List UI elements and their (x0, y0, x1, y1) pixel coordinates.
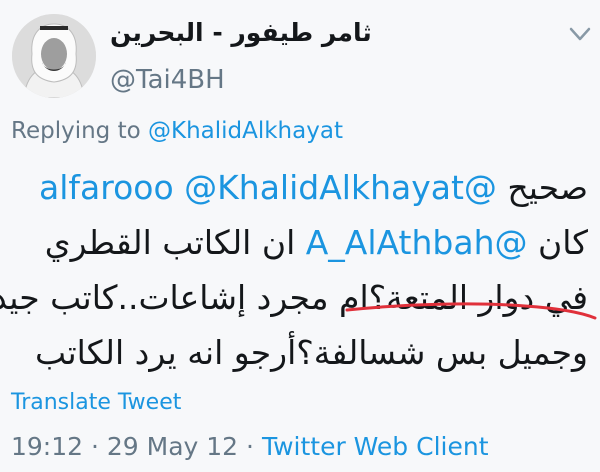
tweet-date[interactable]: 29 May 12 (107, 432, 238, 461)
user-handle[interactable]: @Tai4BH (110, 65, 225, 95)
tweet-word: صحيح (507, 168, 588, 207)
mention-link[interactable]: @KhalidAlkhayat (184, 168, 464, 207)
separator: · (83, 432, 107, 461)
tweet-line-2: كان @A_AlAthbah ان الكاتب القطري (8, 215, 588, 270)
translate-tweet-link[interactable]: Translate Tweet (11, 390, 181, 415)
tweet-text-fragment: ان الكاتب القطري (44, 223, 296, 262)
separator: · (238, 432, 262, 461)
replying-prefix: Replying to (11, 118, 148, 144)
tweet-text: صحيح @alfarooo @KhalidAlkhayat كان @A_Al… (0, 160, 588, 380)
replying-mention-link[interactable]: @KhalidAlkhayat (148, 118, 343, 144)
chevron-down-icon[interactable] (568, 24, 592, 44)
display-name[interactable]: ثامر طيفور - البحرين (110, 18, 372, 47)
tweet-line-1: صحيح @alfarooo @KhalidAlkhayat (8, 160, 588, 215)
tweet-line-4: وجميل بس شسالفة؟أرجو انه يرد الكاتب (35, 333, 588, 372)
tweet-meta: 19:12 · 29 May 12 · Twitter Web Client (11, 432, 489, 461)
replying-to: Replying to @KhalidAlkhayat (11, 118, 343, 144)
red-underline-mark (345, 296, 597, 320)
client-link[interactable]: Twitter Web Client (262, 432, 489, 461)
tweet-header: ثامر طيفور - البحرين @Tai4BH (0, 0, 600, 110)
avatar[interactable] (12, 14, 96, 98)
user-avatar-icon (12, 14, 96, 98)
tweet-time[interactable]: 19:12 (11, 432, 83, 461)
tweet-word: كان (538, 223, 588, 262)
mention-link[interactable]: @A_AlAthbah (306, 223, 528, 262)
